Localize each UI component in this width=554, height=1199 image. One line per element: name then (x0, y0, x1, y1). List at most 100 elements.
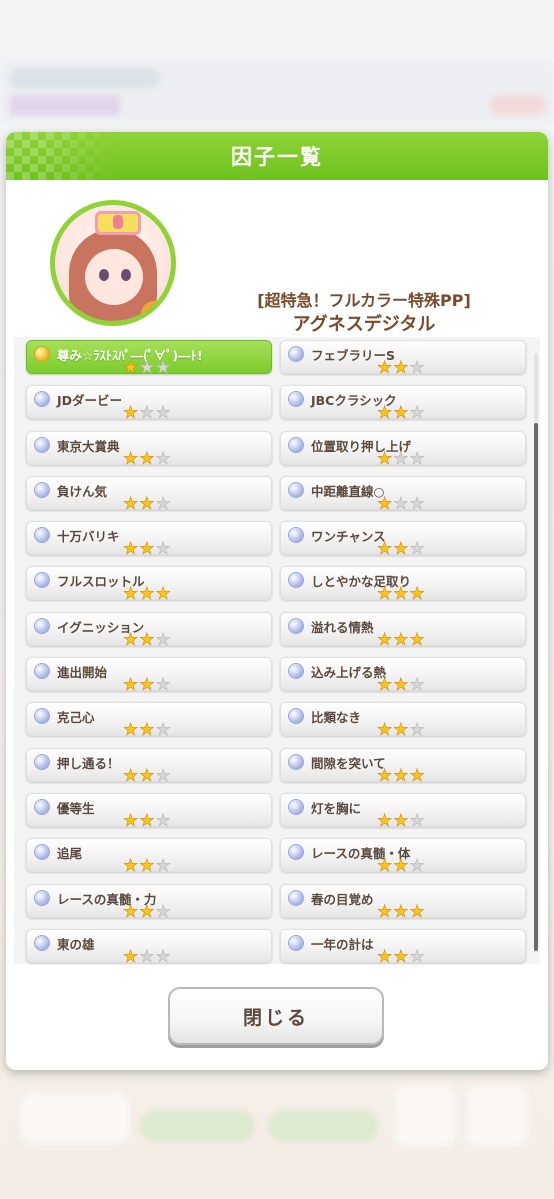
factor-item[interactable]: 間隙を突いて ★ ★ ★ (280, 747, 526, 786)
factor-star-rating: ★ ★ ★ (123, 765, 171, 786)
star-empty-icon: ★ (393, 493, 409, 514)
star-filled-icon: ★ (155, 584, 171, 605)
factor-star-rating: ★ ★ ★ (377, 586, 425, 604)
scrollbar-thumb[interactable] (534, 423, 538, 951)
factor-orb-icon (289, 799, 303, 814)
factor-orb-icon (289, 618, 303, 633)
factor-star-rating: ★ ★ ★ (377, 946, 425, 967)
factor-item[interactable]: 込み上げる熱 ★ ★ ★ (280, 657, 526, 696)
factor-item[interactable]: 比類なき ★ ★ ★ (280, 702, 526, 741)
factor-star-rating: ★ ★ ★ (377, 856, 425, 877)
factor-label: 十万バリキ (57, 529, 120, 545)
star-empty-icon: ★ (155, 629, 171, 650)
star-empty-icon: ★ (409, 946, 425, 967)
factor-label: 押し通る！ (57, 755, 120, 771)
factor-item[interactable]: 尊み☆ﾗｽﾄｽﾊﾟ―(ﾟ∀ﾟ)―ﾄ! ★ ★ ★ (26, 340, 272, 378)
factor-orb-icon (35, 618, 49, 633)
factor-item[interactable]: 十万バリキ ★ ★ ★ (26, 521, 272, 558)
factor-star-rating: ★ ★ ★ (123, 901, 171, 922)
factor-orb-icon (289, 664, 303, 679)
factor-item[interactable]: 優等生 ★ ★ ★ (26, 792, 272, 830)
factor-star-rating: ★ ★ ★ (123, 358, 171, 378)
factor-item[interactable]: イグニッション ★ ★ ★ (26, 611, 272, 650)
close-button[interactable]: 閉じる (168, 987, 384, 1045)
star-filled-icon: ★ (393, 403, 409, 424)
factor-item[interactable]: 追尾 ★ ★ ★ (26, 838, 272, 877)
star-empty-icon: ★ (155, 856, 171, 877)
factor-item[interactable]: 東京大賞典 ★ ★ ★ (26, 430, 272, 469)
factor-item[interactable]: 進出開始 ★ ★ ★ (26, 657, 272, 694)
factor-label: 比類なき (311, 710, 362, 726)
factor-item[interactable]: レースの真髄・体 ★ ★ ★ (280, 838, 526, 877)
factor-item[interactable]: JBCクラシック ★ ★ ★ (280, 385, 526, 424)
factor-orb-icon (289, 890, 303, 905)
factor-item[interactable]: 位置取り押し上げ ★ ★ ★ (280, 430, 526, 469)
factor-list-container[interactable]: 尊み☆ﾗｽﾄｽﾊﾟ―(ﾟ∀ﾟ)―ﾄ! ★ ★ ★ フェブラリーS ★ ★ ★ JDダービー ★ ★ ★… (14, 337, 540, 967)
star-filled-icon: ★ (139, 584, 155, 605)
factor-orb-icon (35, 754, 49, 769)
factor-item[interactable]: 中距離直線○ ★ ★ ★ (280, 475, 526, 514)
dialog-header: 因子一覧 (6, 132, 548, 180)
factor-star-rating: ★ ★ ★ (123, 540, 171, 558)
factor-star-rating: ★ ★ ★ (377, 720, 425, 741)
factor-item[interactable]: 克己心 ★ ★ ★ (26, 702, 272, 739)
factor-label: ワンチャンス (311, 529, 386, 545)
factor-label: 灯を胸に (311, 800, 362, 816)
factor-item[interactable]: フルスロットル ★ ★ ★ (26, 566, 272, 605)
character-info: [超特急！フルカラー特殊PP] アグネスデジタル (6, 180, 548, 335)
star-filled-icon: ★ (123, 856, 139, 877)
factor-item[interactable]: フェブラリーS ★ ★ ★ (280, 340, 526, 378)
factor-item[interactable]: 一年の計は ★ ★ ★ (280, 928, 526, 967)
star-filled-icon: ★ (393, 358, 409, 378)
star-filled-icon: ★ (377, 493, 393, 514)
star-filled-icon: ★ (123, 403, 139, 424)
star-filled-icon: ★ (139, 856, 155, 877)
star-filled-icon: ★ (377, 856, 393, 877)
star-filled-icon: ★ (377, 901, 393, 922)
factor-item[interactable]: 東の雄 ★ ★ ★ (26, 928, 272, 967)
star-filled-icon: ★ (393, 946, 409, 967)
factor-star-rating: ★ ★ ★ (123, 448, 171, 469)
factor-star-rating: ★ ★ ★ (123, 495, 171, 513)
factor-item[interactable]: 灯を胸に ★ ★ ★ (280, 792, 526, 831)
factor-label: 間隙を突いて (311, 755, 386, 771)
factor-item[interactable]: しとやかな足取り ★ ★ ★ (280, 566, 526, 604)
factor-item[interactable]: 溢れる情熱 ★ ★ ★ (280, 611, 526, 650)
portrait-eye (99, 269, 109, 281)
star-filled-icon: ★ (393, 675, 409, 696)
factor-orb-icon (35, 709, 49, 724)
factor-item[interactable]: JDダービー ★ ★ ★ (26, 385, 272, 424)
star-filled-icon: ★ (377, 358, 393, 378)
factor-item[interactable]: レースの真髄・力 ★ ★ ★ (26, 883, 272, 922)
factor-item[interactable]: 負けん気 ★ ★ ★ (26, 475, 272, 513)
star-filled-icon: ★ (377, 946, 393, 967)
star-filled-icon: ★ (409, 629, 425, 650)
factor-orb-icon (289, 845, 303, 860)
factor-item[interactable]: 押し通る！ ★ ★ ★ (26, 747, 272, 786)
factor-label: 込み上げる熱 (311, 665, 387, 681)
factor-orb-icon (289, 709, 303, 724)
factor-orb-icon (35, 890, 49, 905)
factor-orb-icon (35, 392, 49, 407)
factor-star-rating: ★ ★ ★ (123, 812, 171, 830)
star-empty-icon: ★ (409, 539, 425, 560)
star-filled-icon: ★ (409, 901, 425, 922)
star-filled-icon: ★ (377, 403, 393, 424)
star-empty-icon: ★ (155, 901, 171, 922)
factor-label: 中距離直線○ (311, 483, 385, 499)
star-filled-icon: ★ (123, 901, 139, 922)
factor-item[interactable]: 春の目覚め ★ ★ ★ (280, 883, 526, 922)
star-filled-icon: ★ (393, 720, 409, 741)
star-empty-icon: ★ (409, 448, 425, 469)
star-filled-icon: ★ (123, 946, 139, 967)
portrait-face (85, 249, 143, 305)
star-empty-icon: ★ (155, 765, 171, 786)
factor-item[interactable]: ワンチャンス ★ ★ ★ (280, 521, 526, 560)
star-empty-icon: ★ (409, 358, 425, 378)
star-filled-icon: ★ (377, 810, 393, 831)
star-filled-icon: ★ (377, 675, 393, 696)
star-empty-icon: ★ (155, 448, 171, 469)
star-filled-icon: ★ (393, 765, 409, 786)
scrollbar[interactable] (534, 353, 538, 953)
star-empty-icon: ★ (139, 358, 155, 378)
